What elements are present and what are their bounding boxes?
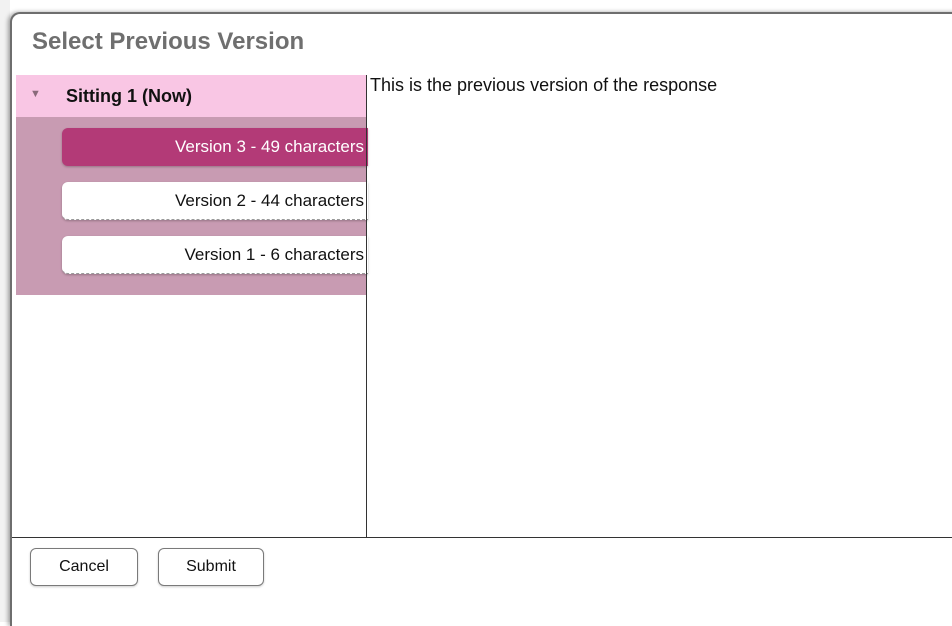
select-version-dialog: Select Previous Version ▼ Sitting 1 (Now…	[10, 12, 952, 626]
version-item-3[interactable]: Version 3 - 49 characters	[62, 128, 368, 166]
triangle-down-icon[interactable]: ▼	[30, 88, 41, 100]
pane-divider	[366, 75, 367, 537]
cancel-button[interactable]: Cancel	[30, 548, 138, 586]
footer-divider	[12, 537, 952, 538]
dialog-title: Select Previous Version	[32, 28, 305, 55]
version-list: Version 3 - 49 characters Version 2 - 44…	[16, 117, 368, 295]
background-window-edge	[0, 0, 10, 622]
version-label: Version 1 - 6 characters	[184, 245, 364, 264]
version-item-1[interactable]: Version 1 - 6 characters	[62, 236, 368, 274]
submit-button[interactable]: Submit	[158, 548, 264, 586]
version-label: Version 2 - 44 characters	[175, 191, 364, 210]
version-tree-pane: ▼ Sitting 1 (Now) Version 3 - 49 charact…	[16, 75, 368, 537]
sitting-label: Sitting 1 (Now)	[66, 86, 192, 106]
response-preview-text: This is the previous version of the resp…	[370, 75, 718, 95]
version-item-2[interactable]: Version 2 - 44 characters	[62, 182, 368, 220]
sitting-header[interactable]: ▼ Sitting 1 (Now)	[16, 75, 366, 117]
version-label: Version 3 - 49 characters	[175, 137, 364, 156]
